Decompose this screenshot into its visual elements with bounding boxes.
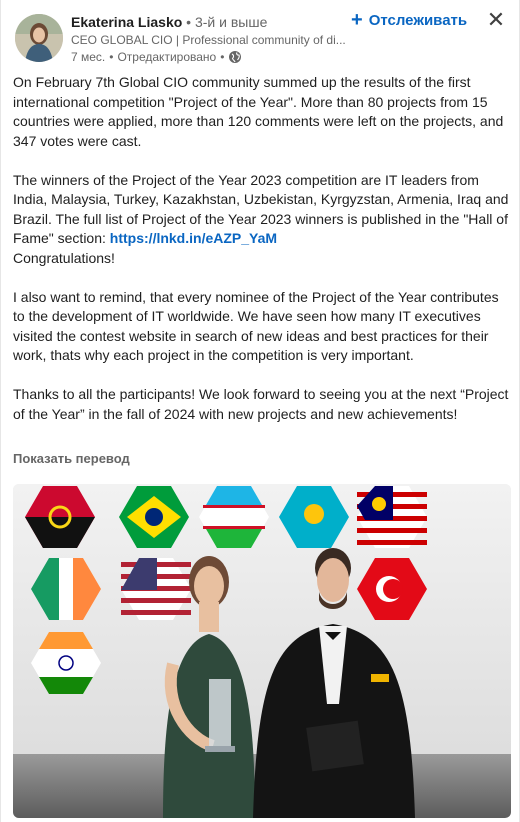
- author-name[interactable]: Ekaterina Liasko: [71, 14, 182, 30]
- show-translation-button[interactable]: Показать перевод: [13, 451, 130, 466]
- post-paragraph: I also want to remind, that every nomine…: [13, 288, 499, 364]
- post-time: 7 мес.: [71, 50, 106, 64]
- avatar-image: [15, 14, 63, 62]
- post-paragraph: Thanks to all the participants! We look …: [13, 386, 509, 422]
- post-photo-illustration: [13, 484, 511, 818]
- meta-separator: •: [220, 50, 225, 64]
- meta-separator: •: [109, 50, 114, 64]
- close-icon[interactable]: ✕: [483, 7, 509, 33]
- post-image[interactable]: [13, 484, 511, 818]
- post-meta: 7 мес. • Отредактировано •: [71, 49, 242, 65]
- author-name-row: Ekaterina Liasko • 3-й и выше: [71, 13, 267, 31]
- post-paragraph: Congratulations!: [13, 249, 115, 266]
- folder: [306, 720, 364, 772]
- post-link[interactable]: https://lnkd.in/eAZP_YaM: [110, 230, 277, 246]
- follow-button[interactable]: + Отслеживать: [351, 8, 467, 32]
- follow-label: Отслеживать: [368, 11, 468, 29]
- author-headline: CEO GLOBAL CIO | Professional community …: [71, 33, 346, 47]
- globe-icon: [228, 50, 242, 64]
- author-avatar[interactable]: [15, 14, 63, 62]
- edited-label: Отредактировано: [117, 50, 217, 64]
- trophy: [205, 679, 235, 752]
- post-paragraph: The winners of the Project of the Year 2…: [13, 171, 509, 249]
- feed-post-card: Ekaterina Liasko • 3-й и выше CEO GLOBAL…: [0, 0, 520, 822]
- plus-icon: +: [351, 9, 363, 31]
- post-paragraph: On February 7th Global CIO community sum…: [13, 74, 504, 149]
- post-text: On February 7th Global CIO community sum…: [13, 73, 509, 424]
- pocket-square: [371, 674, 389, 682]
- connection-degree: • 3-й и выше: [186, 14, 268, 30]
